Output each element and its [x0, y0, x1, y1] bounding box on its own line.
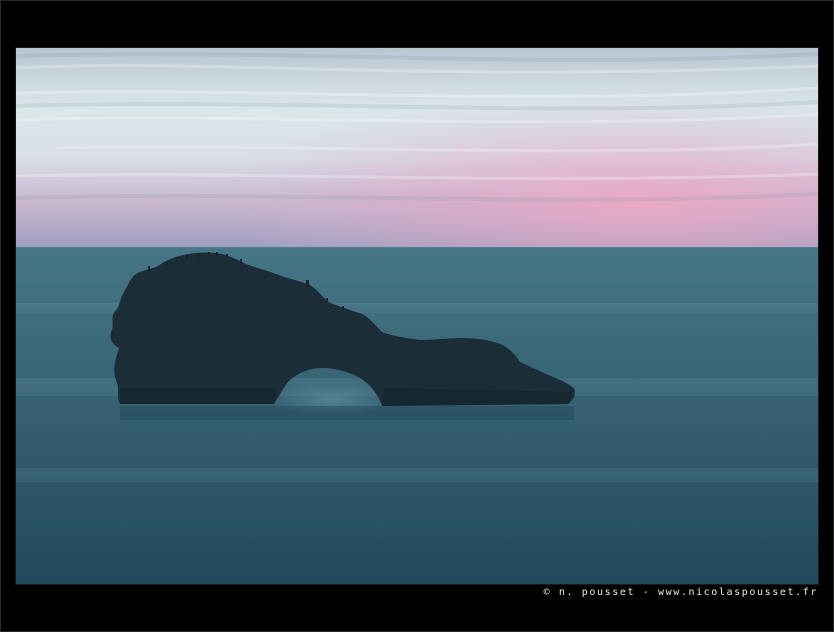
seascape-image	[16, 48, 818, 584]
photographer-credit: © n. pousset - www.nicolaspousset.fr	[543, 587, 818, 598]
photo	[16, 48, 818, 584]
